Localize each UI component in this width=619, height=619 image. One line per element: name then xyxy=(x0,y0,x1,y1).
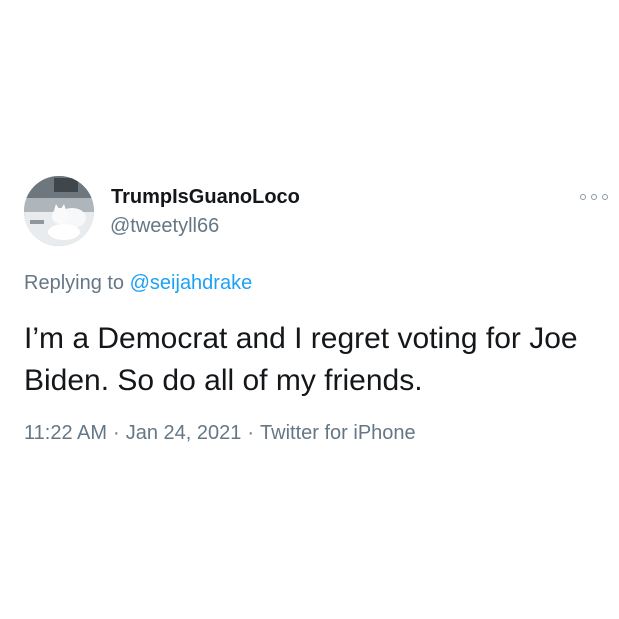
replying-to-line: Replying to @seijahdrake xyxy=(24,272,252,295)
replying-to-prefix: Replying to xyxy=(24,272,130,294)
more-horizontal-icon xyxy=(591,194,597,200)
tweet-time[interactable]: 11:22 AM xyxy=(24,422,107,444)
tweet-meta: 11:22 AM · Jan 24, 2021 · Twitter for iPhone xyxy=(24,422,416,445)
meta-separator: · xyxy=(247,422,255,444)
replying-to-link[interactable]: @seijahdrake xyxy=(130,272,253,294)
more-horizontal-icon xyxy=(602,194,608,200)
meta-separator: · xyxy=(113,422,120,444)
avatar[interactable] xyxy=(24,176,94,246)
avatar-image xyxy=(24,176,94,246)
tweet-text-line-2: Biden. So do all of my friends. xyxy=(24,364,423,397)
more-options-button[interactable] xyxy=(580,188,608,206)
user-handle[interactable]: @tweetyll66 xyxy=(110,215,219,238)
tweet-text: I’m a Democrat and I regret voting for J… xyxy=(24,318,609,402)
display-name[interactable]: TrumpIsGuanoLoco xyxy=(111,186,300,209)
tweet-card: TrumpIsGuanoLoco @tweetyll66 Replying to… xyxy=(0,0,619,619)
tweet-source[interactable]: Twitter for iPhone xyxy=(260,422,416,444)
tweet-text-line-1: I’m a Democrat and I regret voting for J… xyxy=(24,322,578,355)
more-horizontal-icon xyxy=(580,194,586,200)
tweet-date[interactable]: Jan 24, 2021 xyxy=(126,422,242,444)
